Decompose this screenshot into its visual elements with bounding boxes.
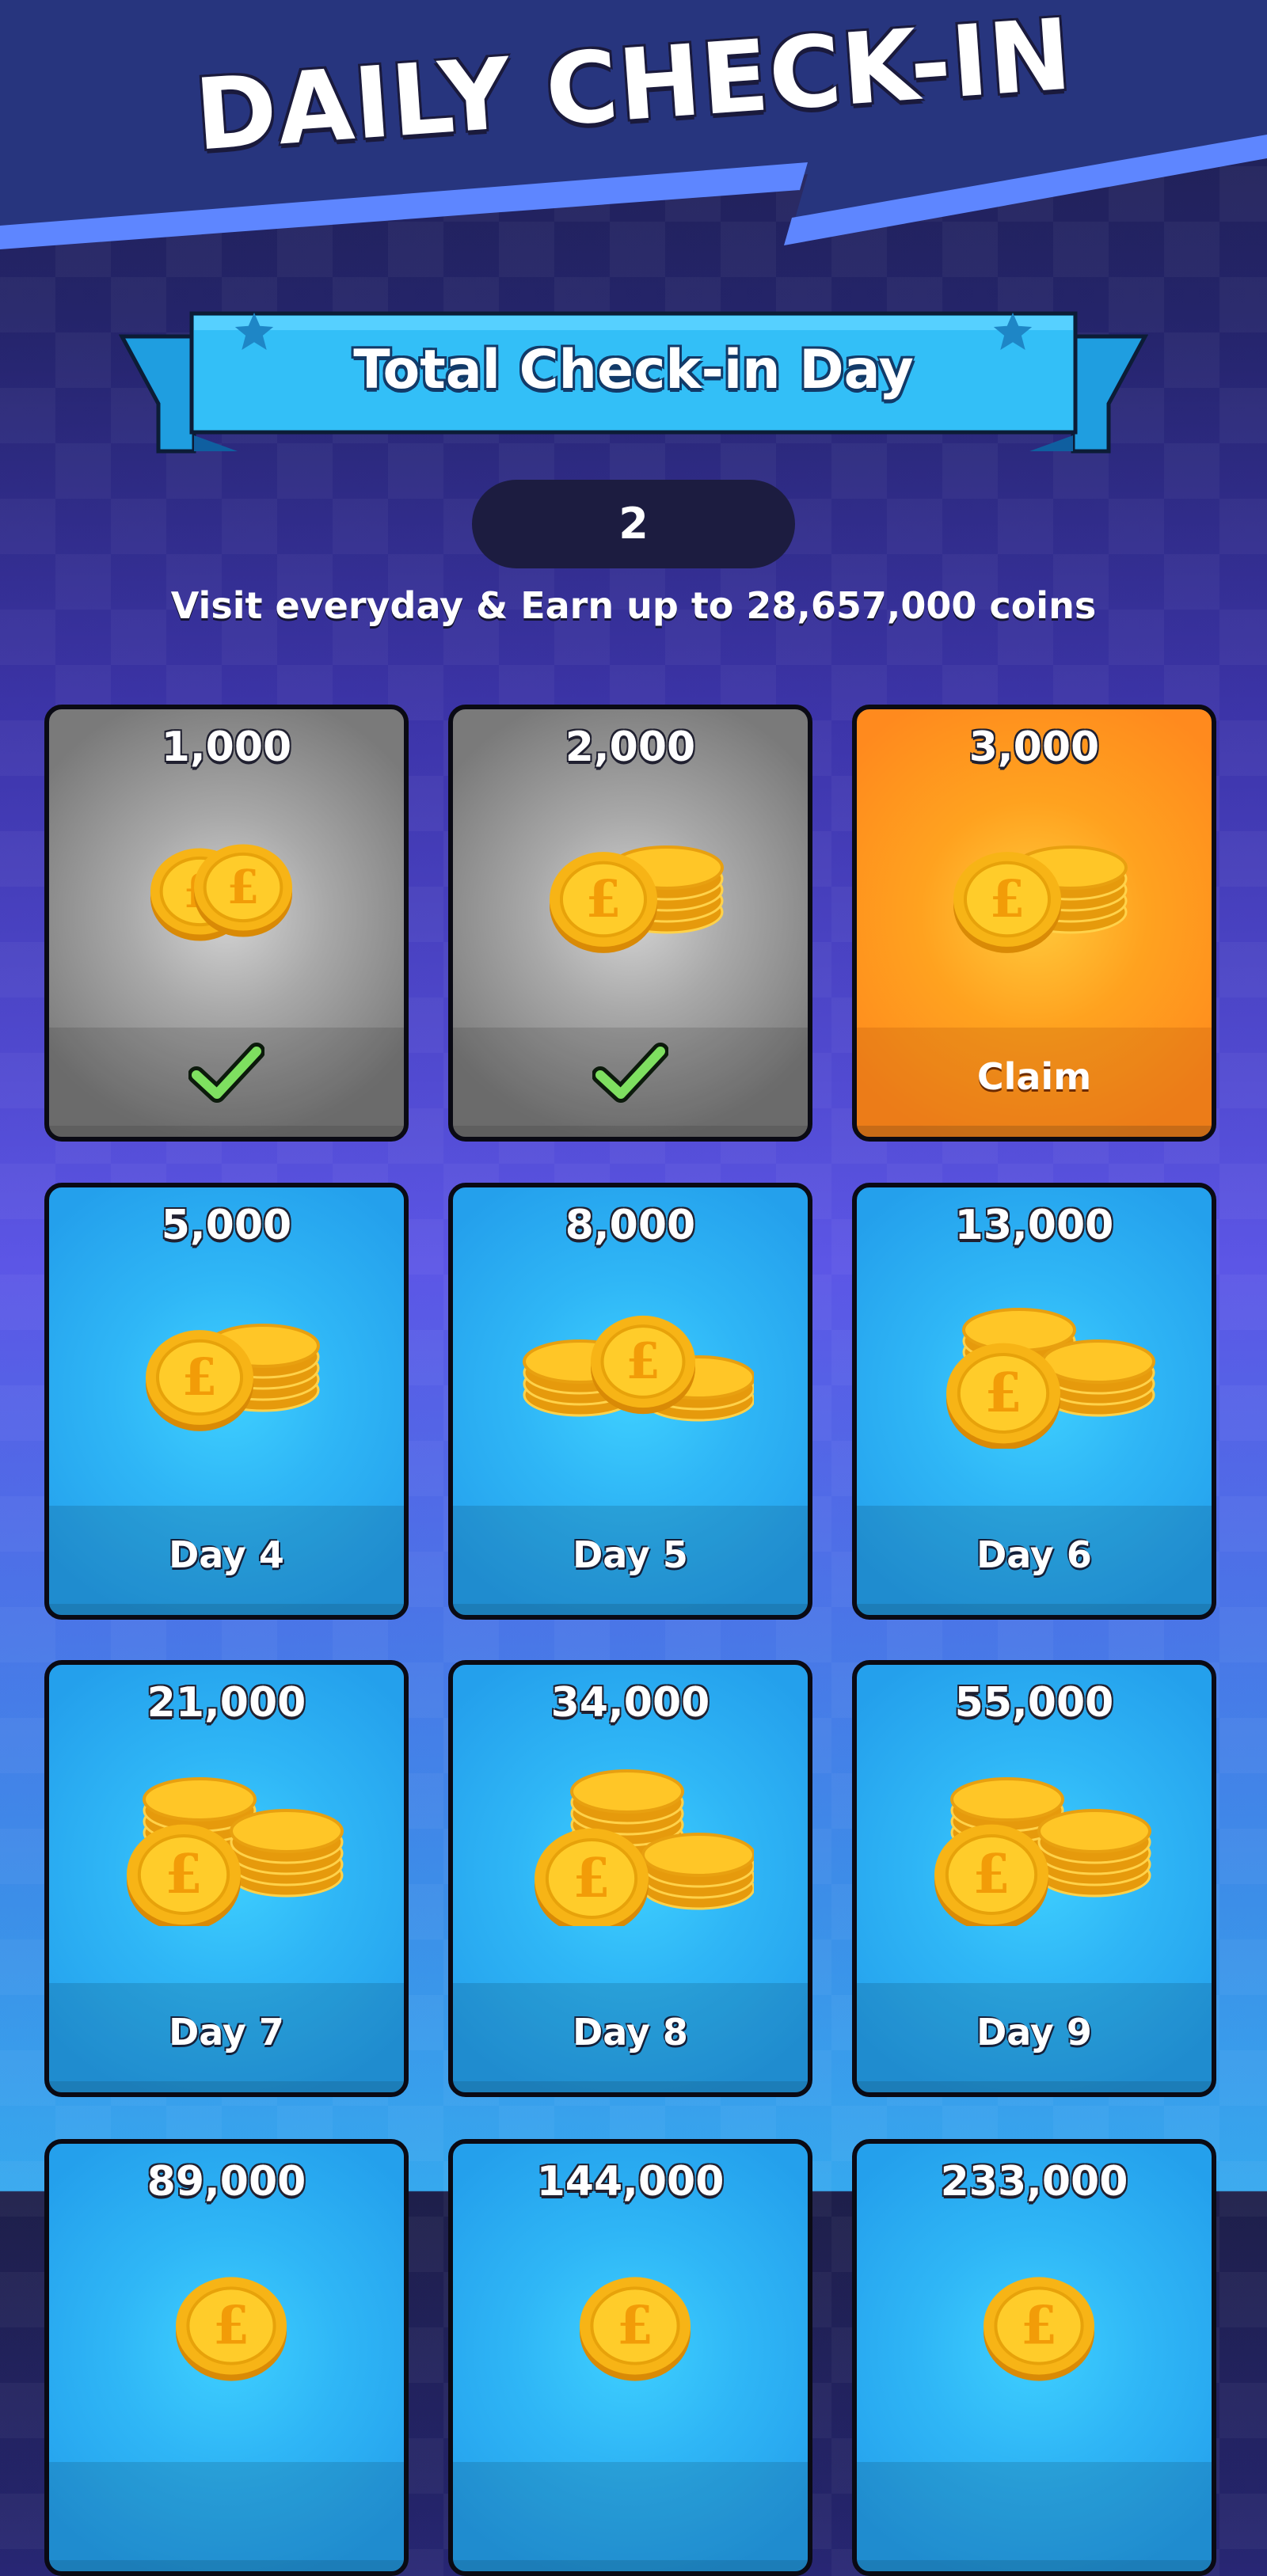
reward-card-11: 144,000 £ <box>448 2139 812 2576</box>
claimed-indicator <box>49 1028 404 1126</box>
reward-card-8: 34,000 £ Day 8 <box>448 1660 812 2097</box>
coin-stack-icon: £ <box>112 2247 350 2405</box>
coin-stack-icon: £ <box>112 1290 350 1449</box>
checkmark-icon <box>188 1043 264 1103</box>
svg-text:£: £ <box>213 2294 249 2356</box>
svg-text:£: £ <box>573 1847 611 1910</box>
svg-text:£: £ <box>227 860 260 914</box>
coin-stack-icon: £ <box>920 1290 1158 1450</box>
reward-amount: 2,000 <box>565 724 696 771</box>
reward-amount: 3,000 <box>968 724 1100 771</box>
coin-stack-icon: £ <box>516 812 754 971</box>
checkin-day-counter: 2 <box>472 480 795 568</box>
reward-amount: 89,000 <box>146 2158 306 2206</box>
day-label <box>453 2462 808 2560</box>
reward-amount: 1,000 <box>161 724 292 771</box>
reward-card-6: 13,000 £ Day 6 <box>852 1183 1216 1620</box>
day-label <box>49 2462 404 2560</box>
reward-card-10: 89,000 £ <box>44 2139 409 2576</box>
reward-amount: 34,000 <box>550 1679 710 1727</box>
svg-text:£: £ <box>182 1347 218 1408</box>
svg-text:£: £ <box>990 869 1025 929</box>
day-label: Day 5 <box>453 1506 808 1604</box>
reward-amount: 144,000 <box>536 2158 725 2206</box>
coin-stack-icon: £ <box>516 2247 754 2405</box>
coin-stack-icon: £ <box>920 2247 1158 2405</box>
claim-button[interactable]: Claim <box>857 1028 1212 1126</box>
reward-card-5: 8,000 £ Day 5 <box>448 1183 812 1620</box>
total-checkin-ribbon: Total Check-in Day <box>119 309 1148 459</box>
svg-text:£: £ <box>586 869 622 929</box>
svg-text:£: £ <box>617 2294 653 2356</box>
earn-subtitle: Visit everyday & Earn up to 28,657,000 c… <box>170 584 1097 627</box>
svg-text:£: £ <box>972 1843 1010 1906</box>
checkmark-icon <box>592 1043 668 1103</box>
coin-stack-icon: £ <box>920 812 1158 971</box>
day-label: Day 4 <box>49 1506 404 1604</box>
reward-card-7: 21,000 £ Day 7 <box>44 1660 409 2097</box>
reward-amount: 13,000 <box>954 1202 1114 1249</box>
svg-text:£: £ <box>984 1362 1022 1425</box>
coin-stack-icon: £ <box>516 1290 755 1449</box>
reward-card-4: 5,000 £ Day 4 <box>44 1183 409 1620</box>
coin-stack-icon: £ <box>516 1768 755 1936</box>
reward-amount: 21,000 <box>146 1679 306 1727</box>
reward-card-12: 233,000 £ <box>852 2139 1216 2576</box>
reward-amount: 233,000 <box>940 2158 1128 2206</box>
day-label: Day 6 <box>857 1506 1212 1604</box>
reward-card-1: 1,000 ££ <box>44 705 409 1142</box>
ribbon-label: Total Check-in Day <box>353 339 914 401</box>
coin-stack-icon: ££ <box>112 812 350 971</box>
day-label: Day 9 <box>857 1983 1212 2081</box>
reward-card-3[interactable]: 3,000 £ Claim <box>852 705 1216 1142</box>
day-label <box>857 2462 1212 2560</box>
header-banner: DAILY CHECK-IN <box>0 0 1267 253</box>
svg-text:£: £ <box>1021 2294 1057 2356</box>
reward-card-9: 55,000 £ Day 9 <box>852 1660 1216 2097</box>
coin-stack-icon: £ <box>920 1768 1158 1932</box>
reward-amount: 5,000 <box>161 1202 292 1249</box>
svg-text:£: £ <box>626 1332 660 1390</box>
claimed-indicator <box>453 1028 808 1126</box>
reward-card-2: 2,000 £ <box>448 705 812 1142</box>
day-label: Day 8 <box>453 1983 808 2081</box>
svg-text:£: £ <box>165 1843 203 1906</box>
day-label: Day 7 <box>49 1983 404 2081</box>
reward-amount: 8,000 <box>565 1202 696 1249</box>
coin-stack-icon: £ <box>112 1768 350 1932</box>
reward-amount: 55,000 <box>954 1679 1114 1727</box>
